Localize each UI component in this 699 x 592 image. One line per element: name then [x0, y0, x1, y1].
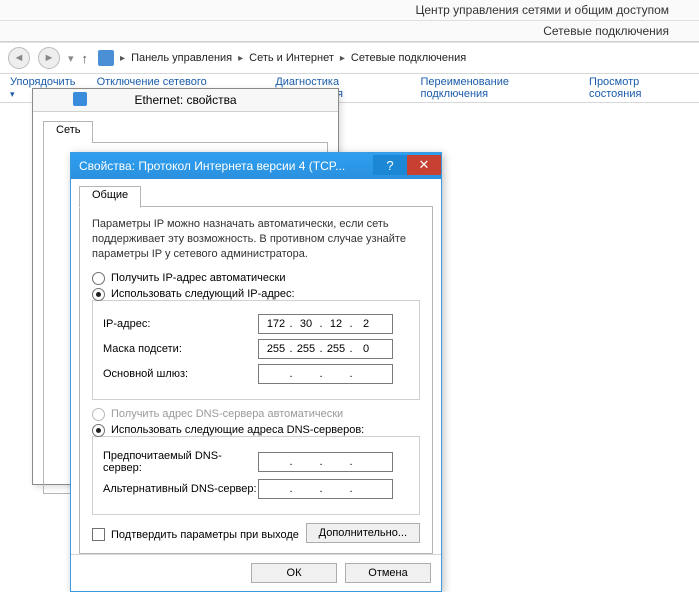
validate-checkbox[interactable]: Подтвердить параметры при выходе — [92, 528, 299, 541]
radio-icon — [92, 272, 105, 285]
ip-group: IP-адрес: 172. 30. 12. 2 Маска подсети: … — [92, 300, 420, 400]
nav-up-button[interactable]: ↑ — [82, 51, 89, 66]
advanced-button[interactable]: Дополнительно... — [306, 523, 420, 543]
ip-address-label: IP-адрес: — [103, 318, 258, 330]
tab-network[interactable]: Сеть — [43, 121, 93, 143]
chevron-right-icon: ▸ — [238, 53, 243, 64]
checkbox-icon — [92, 528, 105, 541]
nav-forward-button[interactable]: ► — [38, 47, 60, 69]
header-line2: Сетевые подключения — [0, 21, 699, 41]
crumb-network-internet[interactable]: Сеть и Интернет — [249, 52, 334, 64]
ip-address-input[interactable]: 172. 30. 12. 2 — [258, 314, 393, 334]
rename-link[interactable]: Переименование подключения — [421, 76, 572, 100]
ethernet-icon — [73, 92, 87, 106]
ipv4-title: Свойства: Протокол Интернета версии 4 (T… — [79, 159, 373, 173]
gateway-input[interactable]: . . . — [258, 364, 393, 384]
ipv4-titlebar[interactable]: Свойства: Протокол Интернета версии 4 (T… — [71, 153, 441, 179]
breadcrumb: ◄ ► ▾ ↑ ▸ Панель управления ▸ Сеть и Инт… — [0, 42, 699, 74]
alternate-dns-label: Альтернативный DNS-сервер: — [103, 483, 258, 495]
chevron-right-icon: ▸ — [340, 53, 345, 64]
view-status-link[interactable]: Просмотр состояния — [589, 76, 689, 100]
radio-auto-ip[interactable]: Получить IP-адрес автоматически — [92, 272, 420, 285]
alternate-dns-input[interactable]: . . . — [258, 479, 393, 499]
radio-icon — [92, 408, 105, 421]
radio-icon — [92, 424, 105, 437]
help-button[interactable]: ? — [373, 155, 407, 175]
radio-auto-dns: Получить адрес DNS-сервера автоматически — [92, 408, 420, 421]
preferred-dns-input[interactable]: . . . — [258, 452, 393, 472]
dns-group: Предпочитаемый DNS-сервер: . . . Альтерн… — [92, 436, 420, 515]
ipv4-properties-dialog: Свойства: Протокол Интернета версии 4 (T… — [70, 152, 442, 592]
chevron-right-icon: ▸ — [120, 53, 125, 64]
nav-dropdown-icon[interactable]: ▾ — [68, 52, 74, 65]
description-text: Параметры IP можно назначать автоматичес… — [92, 217, 420, 262]
subnet-mask-label: Маска подсети: — [103, 343, 258, 355]
header-line1: Центр управления сетями и общим доступом — [0, 0, 699, 21]
ok-button[interactable]: ОК — [251, 563, 337, 583]
control-panel-icon — [98, 50, 114, 66]
gateway-label: Основной шлюз: — [103, 368, 258, 380]
ethernet-window-title: Ethernet: свойства — [33, 89, 338, 112]
nav-back-button[interactable]: ◄ — [8, 47, 30, 69]
cancel-button[interactable]: Отмена — [345, 563, 431, 583]
radio-icon — [92, 288, 105, 301]
subnet-mask-input[interactable]: 255. 255. 255. 0 — [258, 339, 393, 359]
crumb-control-panel[interactable]: Панель управления — [131, 52, 232, 64]
tab-general[interactable]: Общие — [79, 186, 141, 208]
close-button[interactable]: ✕ — [407, 155, 441, 175]
preferred-dns-label: Предпочитаемый DNS-сервер: — [103, 450, 258, 474]
explorer-header: Центр управления сетями и общим доступом… — [0, 0, 699, 42]
crumb-network-connections[interactable]: Сетевые подключения — [351, 52, 466, 64]
